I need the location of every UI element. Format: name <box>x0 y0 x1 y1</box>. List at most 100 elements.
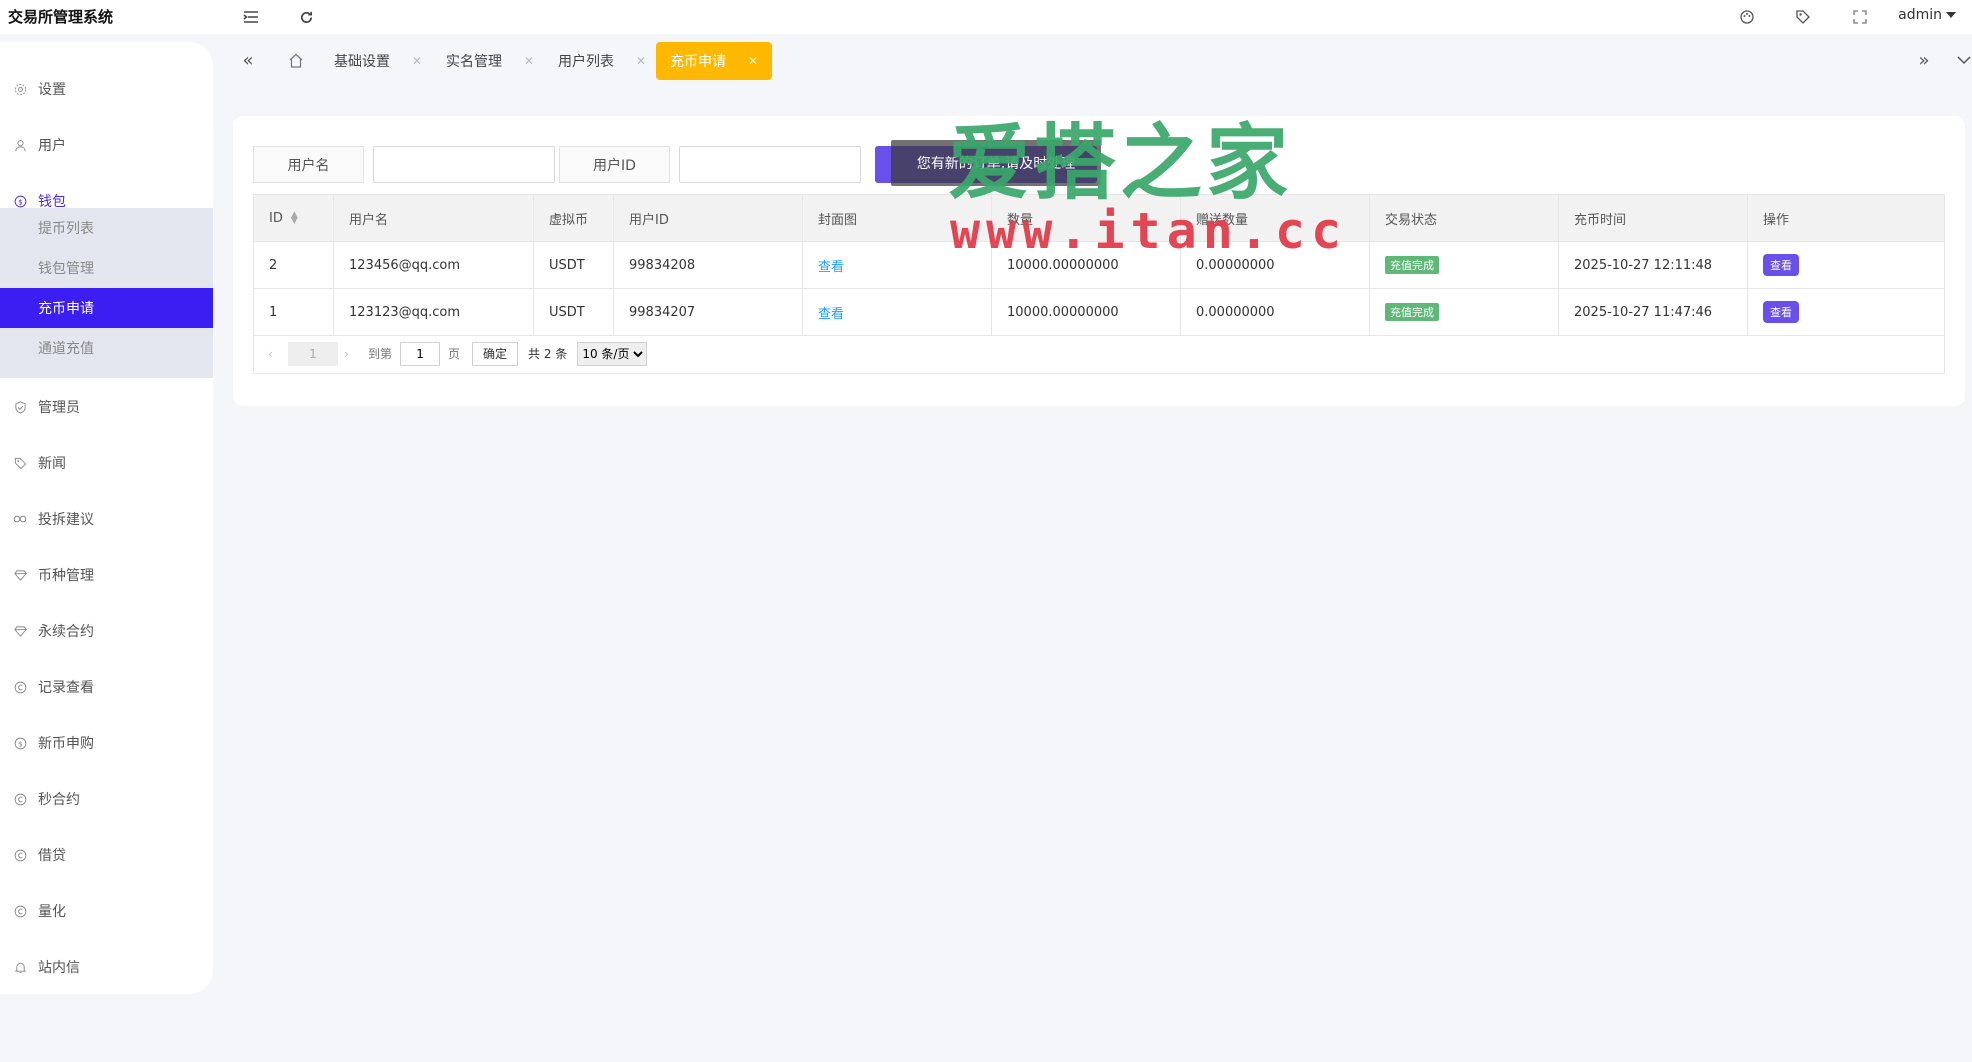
tab-basic-settings[interactable]: 基础设置 ✕ <box>334 42 422 80</box>
view-cover-link[interactable]: 查看 <box>818 260 844 275</box>
cell-user-id: 99834207 <box>613 288 803 336</box>
gear-icon <box>12 81 28 97</box>
diamond-icon <box>12 567 28 583</box>
sidebar: 设置 用户 $ 钱包 提币列表 钱包管理 充币申请 通道充值 管理员 新闻 投拆… <box>0 42 213 994</box>
sidebar-item-records[interactable]: 记录查看 <box>0 667 213 707</box>
diamond-icon <box>12 623 28 639</box>
sidebar-item-ipo[interactable]: $ 新币申购 <box>0 723 213 763</box>
tab-deposit-apply[interactable]: 充币申请 ✕ <box>656 42 773 80</box>
view-cover-link[interactable]: 查看 <box>818 307 844 322</box>
sidebar-item-label: 秒合约 <box>38 792 80 808</box>
sidebar-item-messages[interactable]: 站内信 <box>0 947 213 987</box>
close-icon[interactable]: ✕ <box>412 54 422 68</box>
sidebar-item-label: 借贷 <box>38 848 66 864</box>
cell-id: 2 <box>253 241 334 289</box>
close-icon[interactable]: ✕ <box>524 54 534 68</box>
goto-label: 到第 <box>368 347 393 361</box>
view-button[interactable]: 查看 <box>1763 254 1799 276</box>
circle-c-icon <box>12 791 28 807</box>
sidebar-item-loan[interactable]: 借贷 <box>0 835 213 875</box>
submenu-item-label: 钱包管理 <box>38 261 94 277</box>
dollar-circle-icon: $ <box>12 193 28 209</box>
total-count: 共 2 条 <box>528 347 568 361</box>
chevron-double-left-icon[interactable]: « <box>236 48 260 72</box>
circle-c-icon <box>12 679 28 695</box>
sidebar-item-quant[interactable]: 量化 <box>0 891 213 931</box>
submenu-item-deposit-apply[interactable]: 充币申请 <box>0 288 213 328</box>
link-icon <box>12 511 28 527</box>
column-header: 充币时间 <box>1558 194 1748 242</box>
tag-icon[interactable] <box>1793 7 1813 27</box>
submenu-item-channel-recharge[interactable]: 通道充值 <box>0 328 213 368</box>
sidebar-item-label: 新闻 <box>38 456 66 472</box>
userid-filter-input[interactable] <box>679 146 861 183</box>
sidebar-item-feedback[interactable]: 投拆建议 <box>0 499 213 539</box>
cell-action: 查看 <box>1747 288 1945 336</box>
refresh-icon[interactable] <box>296 7 316 27</box>
theme-palette-icon[interactable] <box>1737 7 1757 27</box>
svg-text:$: $ <box>18 197 23 206</box>
wallet-submenu: 提币列表 钱包管理 充币申请 通道充值 <box>0 208 213 378</box>
dollar-circle-icon: $ <box>12 735 28 751</box>
fullscreen-icon[interactable] <box>1850 7 1870 27</box>
watermark-logo: 爱搭之家 <box>948 116 1293 211</box>
pagination: ‹ 1 › 到第 页 确定 共 2 条 10 条/页 <box>253 334 1945 374</box>
column-header: 交易状态 <box>1369 194 1559 242</box>
cell-id: 1 <box>253 288 334 336</box>
app-title: 交易所管理系统 <box>8 8 114 26</box>
sidebar-item-settings[interactable]: 设置 <box>0 69 213 109</box>
sidebar-item-label: 用户 <box>38 138 66 154</box>
tab-realname[interactable]: 实名管理 ✕ <box>446 42 534 80</box>
circle-c-icon <box>12 903 28 919</box>
cell-username: 123123@qq.com <box>333 288 534 336</box>
circle-c-icon <box>12 847 28 863</box>
submenu-item-label: 充币申请 <box>38 301 94 317</box>
sidebar-item-label: 站内信 <box>38 960 80 976</box>
sidebar-item-admin[interactable]: 管理员 <box>0 387 213 427</box>
shield-icon <box>12 399 28 415</box>
tag-icon <box>12 455 28 471</box>
cell-time: 2025-10-27 11:47:46 <box>1558 288 1748 336</box>
sidebar-item-label: 记录查看 <box>38 680 94 696</box>
close-icon[interactable]: ✕ <box>748 54 758 68</box>
user-menu[interactable]: admin <box>1898 7 1956 23</box>
username-filter-input[interactable] <box>373 146 555 183</box>
sidebar-item-news[interactable]: 新闻 <box>0 443 213 483</box>
chevron-left-icon[interactable]: ‹ <box>268 347 282 361</box>
top-header: 交易所管理系统 admin <box>0 0 1972 34</box>
sidebar-item-label: 投拆建议 <box>38 512 94 528</box>
cell-time: 2025-10-27 12:11:48 <box>1558 241 1748 289</box>
page-unit-label: 页 <box>448 347 461 361</box>
goto-confirm-button[interactable]: 确定 <box>472 341 519 366</box>
sort-icon[interactable]: ▲ ▼ <box>291 211 298 226</box>
sidebar-item-perpetual[interactable]: 永续合约 <box>0 611 213 651</box>
chevron-right-icon[interactable]: › <box>344 347 358 361</box>
goto-page-input[interactable] <box>400 341 441 366</box>
chevron-down-icon[interactable] <box>1952 48 1972 72</box>
home-icon[interactable] <box>284 48 308 72</box>
menu-collapse-icon[interactable] <box>241 7 261 27</box>
sidebar-item-users[interactable]: 用户 <box>0 125 213 165</box>
column-header: 用户名 <box>333 194 534 242</box>
svg-text:$: $ <box>18 739 23 748</box>
column-header: 操作 <box>1747 194 1945 242</box>
column-header-id[interactable]: ID ▲ ▼ <box>253 194 334 242</box>
table-row: 1 123123@qq.com USDT 99834207 查看 10000.0… <box>253 288 1945 336</box>
current-page[interactable]: 1 <box>288 341 338 366</box>
sidebar-item-label: 币种管理 <box>38 568 94 584</box>
page-size-select[interactable]: 10 条/页 <box>577 341 648 366</box>
close-icon[interactable]: ✕ <box>636 54 646 68</box>
column-header: 虚拟币 <box>533 194 614 242</box>
chevron-double-right-icon[interactable]: » <box>1912 48 1936 72</box>
sidebar-item-currency[interactable]: 币种管理 <box>0 555 213 595</box>
watermark-url: www.itan.cc <box>950 202 1348 260</box>
sidebar-item-second-contract[interactable]: 秒合约 <box>0 779 213 819</box>
tab-label: 实名管理 <box>446 54 502 70</box>
userid-filter-label: 用户ID <box>559 146 670 183</box>
submenu-item-wallet-manage[interactable]: 钱包管理 <box>0 248 213 288</box>
tab-user-list[interactable]: 用户列表 ✕ <box>558 42 646 80</box>
submenu-item-withdraw-list[interactable]: 提币列表 <box>0 208 213 248</box>
view-button[interactable]: 查看 <box>1763 301 1799 323</box>
sidebar-item-label: 量化 <box>38 904 66 920</box>
submenu-item-label: 通道充值 <box>38 341 94 357</box>
